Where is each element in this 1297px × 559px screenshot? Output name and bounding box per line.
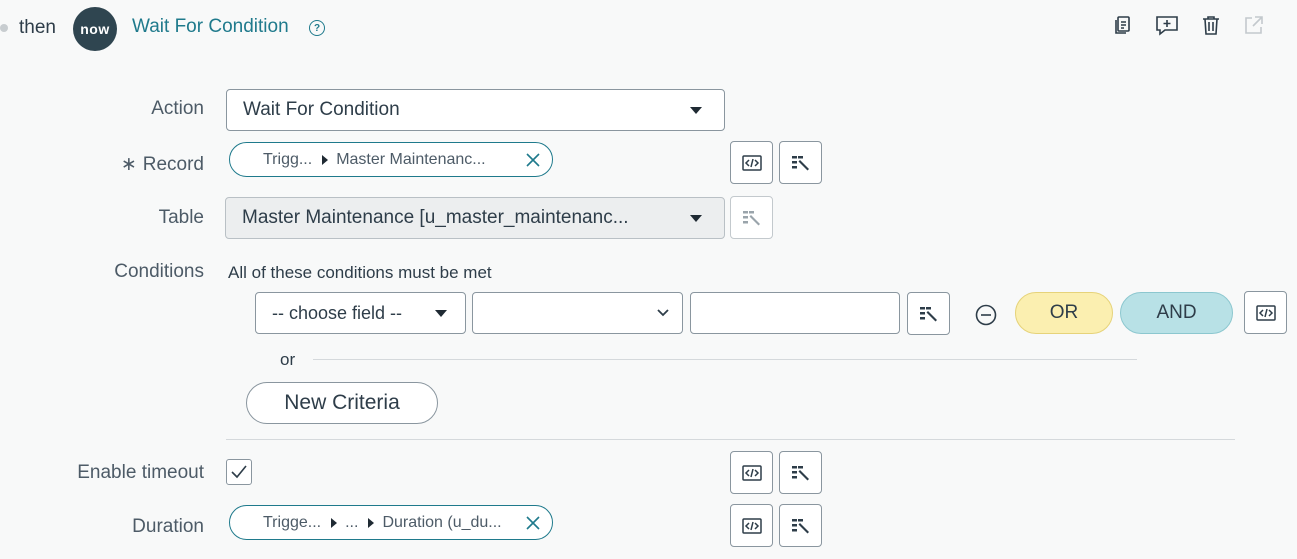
duration-script-button[interactable]	[730, 504, 773, 547]
help-icon[interactable]: ?	[309, 20, 325, 36]
condition-pill-picker-button[interactable]	[907, 292, 950, 335]
or-separator-line	[313, 359, 1137, 360]
delete-icon[interactable]	[1198, 12, 1224, 38]
record-data-pill[interactable]: Trigg... Master Maintenanc...	[229, 142, 553, 177]
script-icon	[741, 517, 762, 534]
data-pill-picker-icon	[791, 155, 809, 170]
duration-pill-picker-button[interactable]	[779, 504, 822, 547]
conditions-label: Conditions	[114, 261, 204, 282]
record-label-text: Record	[142, 154, 204, 175]
data-pill-picker-icon	[919, 306, 937, 321]
step-title[interactable]: Wait For Condition	[132, 16, 289, 38]
data-pill-picker-icon	[791, 518, 809, 533]
script-icon	[741, 154, 762, 171]
conditions-script-button[interactable]	[1244, 291, 1287, 334]
step-connector-label: then	[19, 17, 56, 38]
caret-right-icon	[322, 154, 329, 165]
action-select-value: Wait For Condition	[243, 99, 400, 120]
duration-pill-segment-field: Duration (u_du...	[382, 513, 502, 531]
open-external-icon	[1241, 12, 1267, 38]
chevron-down-icon	[690, 215, 702, 222]
script-icon	[741, 464, 762, 481]
chevron-down-icon	[657, 309, 669, 317]
data-pill-picker-icon	[742, 210, 760, 225]
table-select[interactable]: Master Maintenance [u_master_maintenanc.…	[225, 197, 725, 239]
or-separator-label: or	[280, 350, 296, 369]
data-pill-picker-button[interactable]	[779, 141, 822, 184]
duration-pill-segment-trigger: Trigge...	[263, 513, 322, 531]
or-button[interactable]: OR	[1015, 292, 1113, 334]
action-label: Action	[151, 98, 204, 119]
table-select-value: Master Maintenance [u_master_maintenanc.…	[242, 207, 629, 228]
required-marker: ∗	[120, 154, 137, 175]
chevron-down-icon	[690, 107, 702, 114]
condition-operator-select[interactable]	[472, 292, 683, 334]
timeout-script-button[interactable]	[730, 451, 773, 494]
condition-value-input[interactable]	[690, 292, 900, 334]
record-pill-segment-trigger: Trigg...	[263, 150, 313, 168]
enable-timeout-label: Enable timeout	[77, 462, 204, 483]
timeout-pill-picker-button[interactable]	[779, 451, 822, 494]
duration-data-pill[interactable]: Trigge... ... Duration (u_du...	[229, 505, 553, 540]
duration-label: Duration	[132, 516, 204, 537]
record-pill-segment-table: Master Maintenanc...	[336, 150, 486, 168]
and-button[interactable]: AND	[1120, 292, 1233, 334]
checkmark-icon	[231, 465, 247, 479]
copy-icon[interactable]	[1109, 12, 1135, 38]
chevron-down-icon	[435, 310, 447, 317]
now-logo: now	[73, 7, 117, 51]
caret-right-icon	[331, 517, 338, 528]
condition-field-select[interactable]: -- choose field --	[255, 292, 466, 334]
table-label: Table	[158, 207, 204, 228]
add-comment-icon[interactable]	[1154, 12, 1180, 38]
duration-pill-segment-ellipsis: ...	[345, 513, 359, 531]
remove-condition-icon[interactable]	[975, 304, 997, 326]
close-icon[interactable]	[524, 514, 542, 532]
record-label: ∗ Record	[44, 153, 204, 176]
new-criteria-button[interactable]: New Criteria	[246, 382, 438, 424]
condition-field-placeholder: -- choose field --	[272, 302, 403, 323]
caret-right-icon	[368, 517, 375, 528]
enable-timeout-checkbox[interactable]	[226, 459, 252, 485]
section-divider	[226, 439, 1235, 440]
conditions-description: All of these conditions must be met	[228, 263, 492, 282]
script-icon	[1255, 304, 1276, 321]
script-toggle-button[interactable]	[730, 141, 773, 184]
logo-text: now	[80, 21, 110, 37]
table-pill-picker-button	[730, 196, 773, 239]
data-pill-picker-icon	[791, 465, 809, 480]
step-connector-dot	[0, 24, 8, 32]
action-select[interactable]: Wait For Condition	[226, 89, 725, 131]
close-icon[interactable]	[524, 151, 542, 169]
